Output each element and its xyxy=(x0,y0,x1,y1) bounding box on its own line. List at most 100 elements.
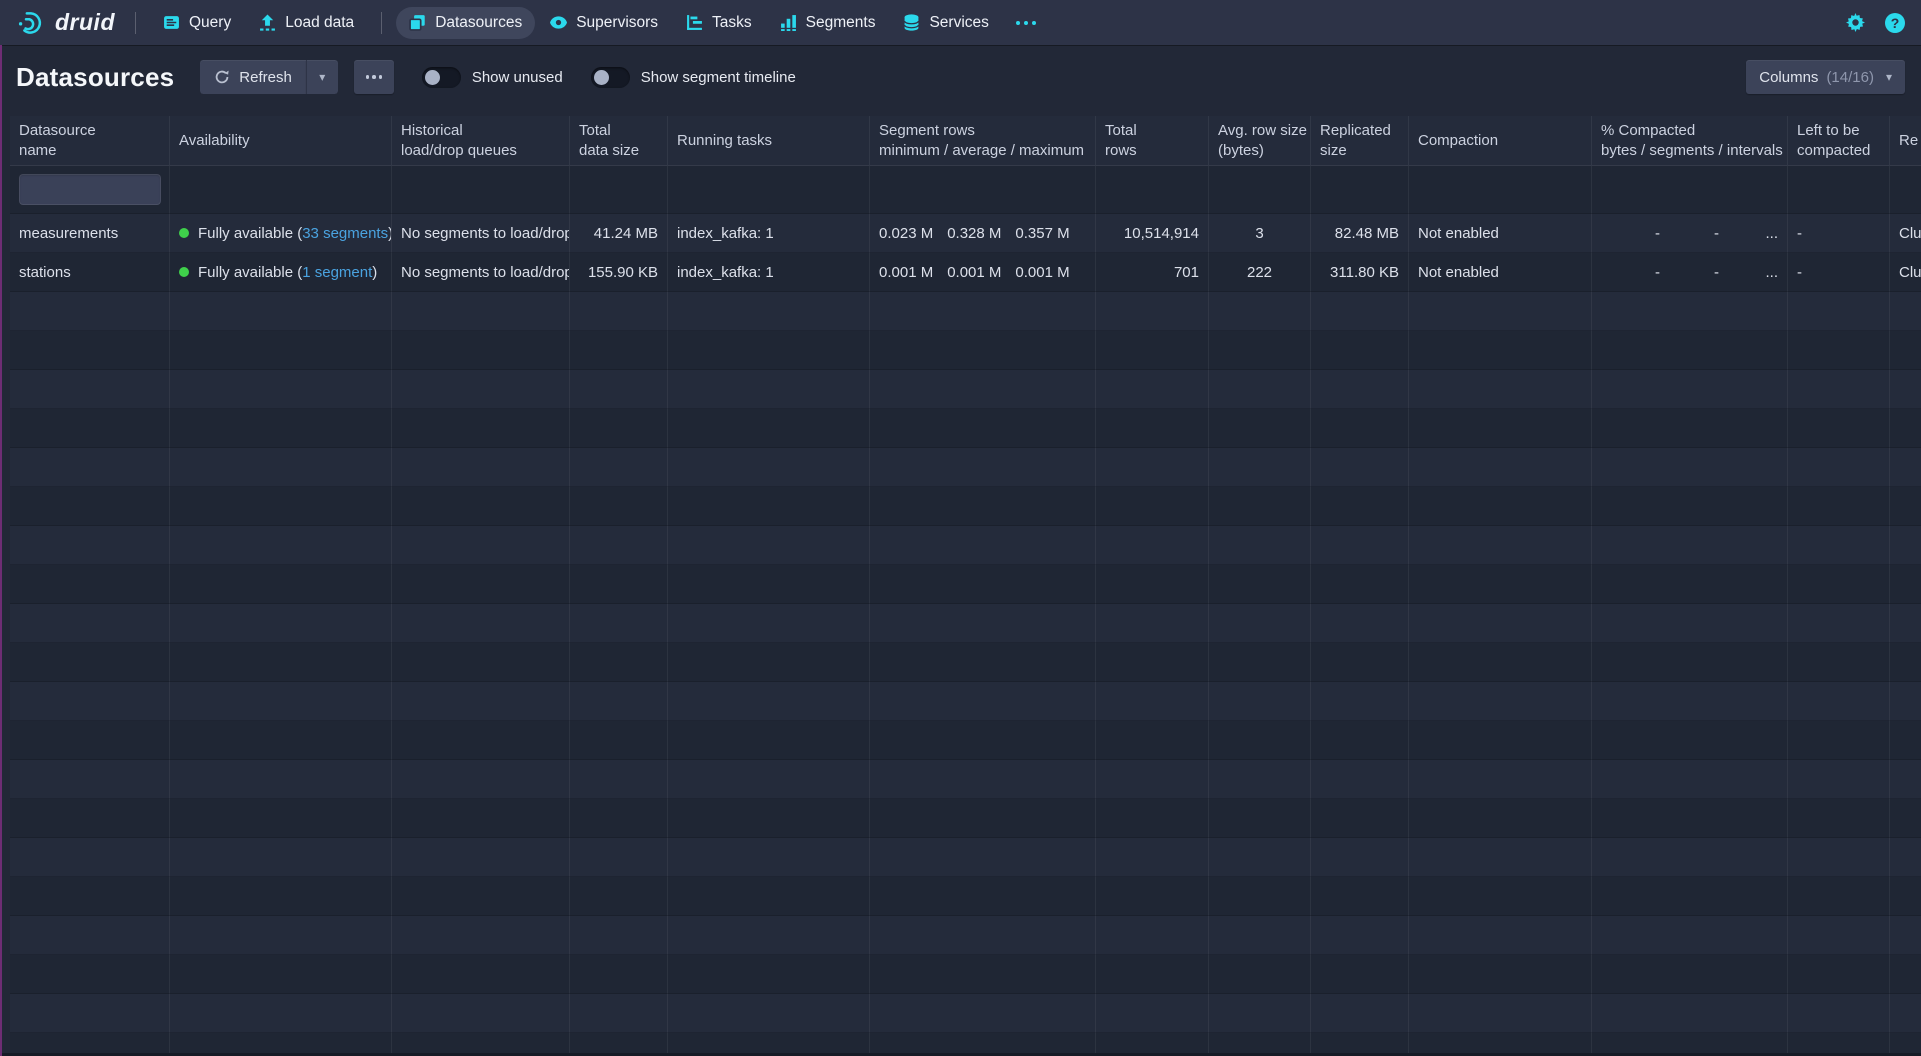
cell-compaction xyxy=(1409,955,1592,994)
cell-load_drop xyxy=(392,526,570,565)
cell-running_tasks xyxy=(668,331,870,370)
cell-compaction xyxy=(1409,994,1592,1033)
cell-running_tasks: index_kafka: 1 xyxy=(668,253,870,292)
cell-total_rows xyxy=(1096,877,1209,916)
cell-avg_row_size xyxy=(1209,799,1311,838)
cell-pct_compacted xyxy=(1592,448,1788,487)
segments-link[interactable]: 33 segments xyxy=(302,225,388,242)
cell-left_to_be xyxy=(1788,955,1890,994)
filter-cell-total_rows xyxy=(1096,166,1209,214)
cell-total_data_size xyxy=(570,526,668,565)
column-header-left_to_be[interactable]: Left to becompacted xyxy=(1788,116,1890,166)
window-left-edge xyxy=(0,45,2,1056)
nav-item-load-data[interactable]: Load data xyxy=(246,7,367,39)
cell-availability xyxy=(170,721,392,760)
cell-avg_row_size xyxy=(1209,877,1311,916)
nav-more-button[interactable] xyxy=(1004,7,1048,39)
cell-compaction xyxy=(1409,604,1592,643)
toggle-label: Show segment timeline xyxy=(641,69,796,86)
column-header-pct_compacted[interactable]: % Compactedbytes / segments / intervals xyxy=(1592,116,1788,166)
column-header-name[interactable]: Datasourcename xyxy=(10,116,170,166)
refresh-caret-button[interactable]: ▾ xyxy=(306,60,338,94)
column-header-avg_row_size[interactable]: Avg. row size(bytes) xyxy=(1209,116,1311,166)
cell-replicated_size xyxy=(1311,526,1409,565)
cell-retention xyxy=(1890,643,1921,682)
help-icon[interactable]: ? xyxy=(1885,13,1905,33)
filter-cell-segment_rows xyxy=(870,166,1096,214)
cell-avg_row_size xyxy=(1209,955,1311,994)
header-more-button[interactable] xyxy=(354,60,394,94)
show-segment-timeline-toggle[interactable]: Show segment timeline xyxy=(591,67,796,88)
cell-pct_compacted xyxy=(1592,331,1788,370)
cell-running_tasks xyxy=(668,760,870,799)
cell-total_data_size xyxy=(570,916,668,955)
cell-compaction xyxy=(1409,760,1592,799)
refresh-split-button: Refresh ▾ xyxy=(200,60,338,94)
nav-item-label: Segments xyxy=(806,14,876,32)
cell-segment_rows xyxy=(870,565,1096,604)
cell-running_tasks xyxy=(668,370,870,409)
cell-avg_row_size xyxy=(1209,292,1311,331)
cell-total_rows xyxy=(1096,955,1209,994)
druid-logo[interactable]: druid xyxy=(16,9,115,37)
nav-item-datasources[interactable]: Datasources xyxy=(396,7,535,39)
column-header-availability[interactable]: Availability xyxy=(170,116,392,166)
cell-name xyxy=(10,292,170,331)
cell-replicated_size xyxy=(1311,877,1409,916)
cell-left_to_be xyxy=(1788,682,1890,721)
cell-load_drop xyxy=(392,565,570,604)
nav-item-segments[interactable]: Segments xyxy=(767,7,889,39)
columns-selector-button[interactable]: Columns (14/16) ▾ xyxy=(1746,60,1905,94)
cell-segment_rows xyxy=(870,643,1096,682)
nav-item-tasks[interactable]: Tasks xyxy=(673,7,765,39)
cell-total_rows xyxy=(1096,643,1209,682)
filter-cell-replicated_size xyxy=(1311,166,1409,214)
cell-avg_row_size xyxy=(1209,760,1311,799)
cell-total_rows xyxy=(1096,292,1209,331)
segments-link[interactable]: 1 segment xyxy=(302,264,372,281)
table-row-empty xyxy=(10,331,1921,370)
page-title: Datasources xyxy=(16,62,174,93)
table-row-empty xyxy=(10,448,1921,487)
cell-total_rows xyxy=(1096,409,1209,448)
cell-name xyxy=(10,409,170,448)
cell-availability xyxy=(170,409,392,448)
cell-replicated_size: 311.80 KB xyxy=(1311,253,1409,292)
cell-pct_compacted: --... xyxy=(1592,253,1788,292)
column-header-total_rows[interactable]: Totalrows xyxy=(1096,116,1209,166)
show-unused-toggle[interactable]: Show unused xyxy=(422,67,563,88)
cell-left_to_be xyxy=(1788,604,1890,643)
cell-availability xyxy=(170,955,392,994)
refresh-button[interactable]: Refresh xyxy=(200,60,306,94)
cell-total_data_size xyxy=(570,682,668,721)
nav-item-supervisors[interactable]: Supervisors xyxy=(537,7,671,39)
table-row-empty xyxy=(10,721,1921,760)
cell-availability xyxy=(170,643,392,682)
datasource-filter-input[interactable] xyxy=(19,174,161,205)
cell-load_drop xyxy=(392,916,570,955)
cell-load_drop xyxy=(392,292,570,331)
cell-avg_row_size xyxy=(1209,448,1311,487)
column-header-load_drop[interactable]: Historicalload/drop queues xyxy=(392,116,570,166)
cell-total_rows xyxy=(1096,682,1209,721)
column-header-compaction[interactable]: Compaction xyxy=(1409,116,1592,166)
column-header-retention[interactable]: Re xyxy=(1890,116,1921,166)
column-header-segment_rows[interactable]: Segment rowsminimum / average / maximum xyxy=(870,116,1096,166)
gear-icon[interactable] xyxy=(1846,13,1865,32)
cell-availability xyxy=(170,526,392,565)
cell-total_rows xyxy=(1096,799,1209,838)
table-row-empty xyxy=(10,682,1921,721)
cell-left_to_be: - xyxy=(1788,214,1890,253)
column-header-total_data_size[interactable]: Totaldata size xyxy=(570,116,668,166)
nav-item-services[interactable]: Services xyxy=(890,7,1001,39)
nav-item-query[interactable]: Query xyxy=(150,7,244,39)
cell-total_data_size xyxy=(570,721,668,760)
cell-retention xyxy=(1890,877,1921,916)
table-row-empty xyxy=(10,565,1921,604)
cell-pct_compacted xyxy=(1592,487,1788,526)
cell-load_drop xyxy=(392,721,570,760)
cell-segment_rows: 0.023 M0.328 M0.357 M xyxy=(870,214,1096,253)
column-header-running_tasks[interactable]: Running tasks xyxy=(668,116,870,166)
column-header-replicated_size[interactable]: Replicatedsize xyxy=(1311,116,1409,166)
cell-total_data_size xyxy=(570,409,668,448)
